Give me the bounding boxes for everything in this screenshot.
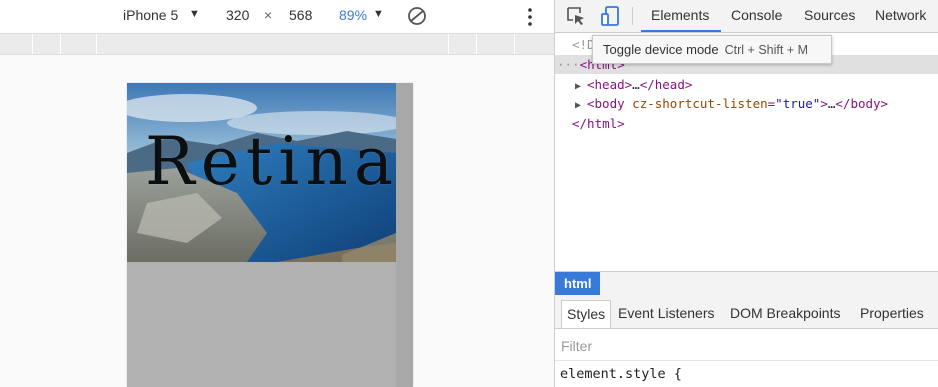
styles-filter-input[interactable] bbox=[559, 335, 923, 357]
tab-sources[interactable]: Sources bbox=[804, 7, 855, 23]
element-style-rule[interactable]: element.style { bbox=[560, 366, 682, 382]
breadcrumb-html[interactable]: html bbox=[555, 272, 601, 295]
tab-dom-breakpoints[interactable]: DOM Breakpoints bbox=[725, 300, 845, 328]
dom-node-head[interactable]: ▶ <head>…</head> bbox=[575, 75, 692, 94]
chevron-down-icon[interactable]: ▼ bbox=[189, 8, 200, 20]
dimension-separator: × bbox=[264, 7, 273, 23]
tab-properties[interactable]: Properties bbox=[855, 300, 929, 328]
breadcrumb: html bbox=[555, 271, 938, 295]
selected-node-dots: ··· bbox=[557, 57, 580, 72]
page-scrollbar[interactable] bbox=[396, 83, 413, 387]
inspect-element-icon[interactable] bbox=[565, 5, 587, 27]
tab-console[interactable]: Console bbox=[731, 7, 782, 23]
chevron-down-icon[interactable]: ▼ bbox=[373, 8, 384, 20]
zoom-select[interactable]: 89% bbox=[339, 7, 367, 23]
device-screen: Retina bbox=[127, 83, 413, 387]
more-vertical-icon[interactable] bbox=[526, 7, 534, 30]
sidebar-tabbar: Styles Event Listeners DOM Breakpoints P… bbox=[555, 295, 938, 329]
device-select[interactable]: iPhone 5 bbox=[123, 7, 178, 23]
device-toolbar: iPhone 5 ▼ 320 × 568 89% ▼ bbox=[0, 0, 554, 33]
toggle-device-icon[interactable] bbox=[599, 5, 621, 27]
active-tab-indicator bbox=[641, 30, 721, 32]
hero-title: Retina bbox=[145, 123, 396, 200]
tab-event-listeners[interactable]: Event Listeners bbox=[613, 300, 720, 328]
media-query-ruler[interactable] bbox=[0, 33, 554, 55]
width-input[interactable]: 320 bbox=[226, 7, 249, 23]
expand-triangle-icon[interactable]: ▶ bbox=[575, 96, 587, 115]
toolbar-divider bbox=[632, 7, 633, 25]
toggle-device-tooltip: Toggle device mode Ctrl + Shift + M bbox=[592, 35, 832, 64]
tooltip-shortcut: Ctrl + Shift + M bbox=[724, 43, 808, 57]
devtools-tabbar: Elements Console Sources Network bbox=[555, 0, 938, 33]
device-emulation-area: iPhone 5 ▼ 320 × 568 89% ▼ Retina bbox=[0, 0, 554, 387]
html-close-tag: </html> bbox=[572, 116, 625, 131]
tab-styles[interactable]: Styles bbox=[561, 300, 612, 328]
tab-elements[interactable]: Elements bbox=[651, 7, 709, 23]
dom-node-body[interactable]: ▶ <body cz-shortcut-listen="true">…</body… bbox=[575, 94, 888, 113]
hero-image: Retina bbox=[127, 83, 396, 262]
styles-filter-row bbox=[555, 329, 938, 361]
dom-tree[interactable]: <!D ···<html> ▶ <head>…</head> ▶ <body cz-… bbox=[555, 33, 938, 271]
height-input[interactable]: 568 bbox=[289, 7, 312, 23]
rotate-icon[interactable] bbox=[407, 6, 427, 29]
tab-network[interactable]: Network bbox=[875, 7, 926, 23]
tooltip-label: Toggle device mode bbox=[603, 42, 719, 57]
